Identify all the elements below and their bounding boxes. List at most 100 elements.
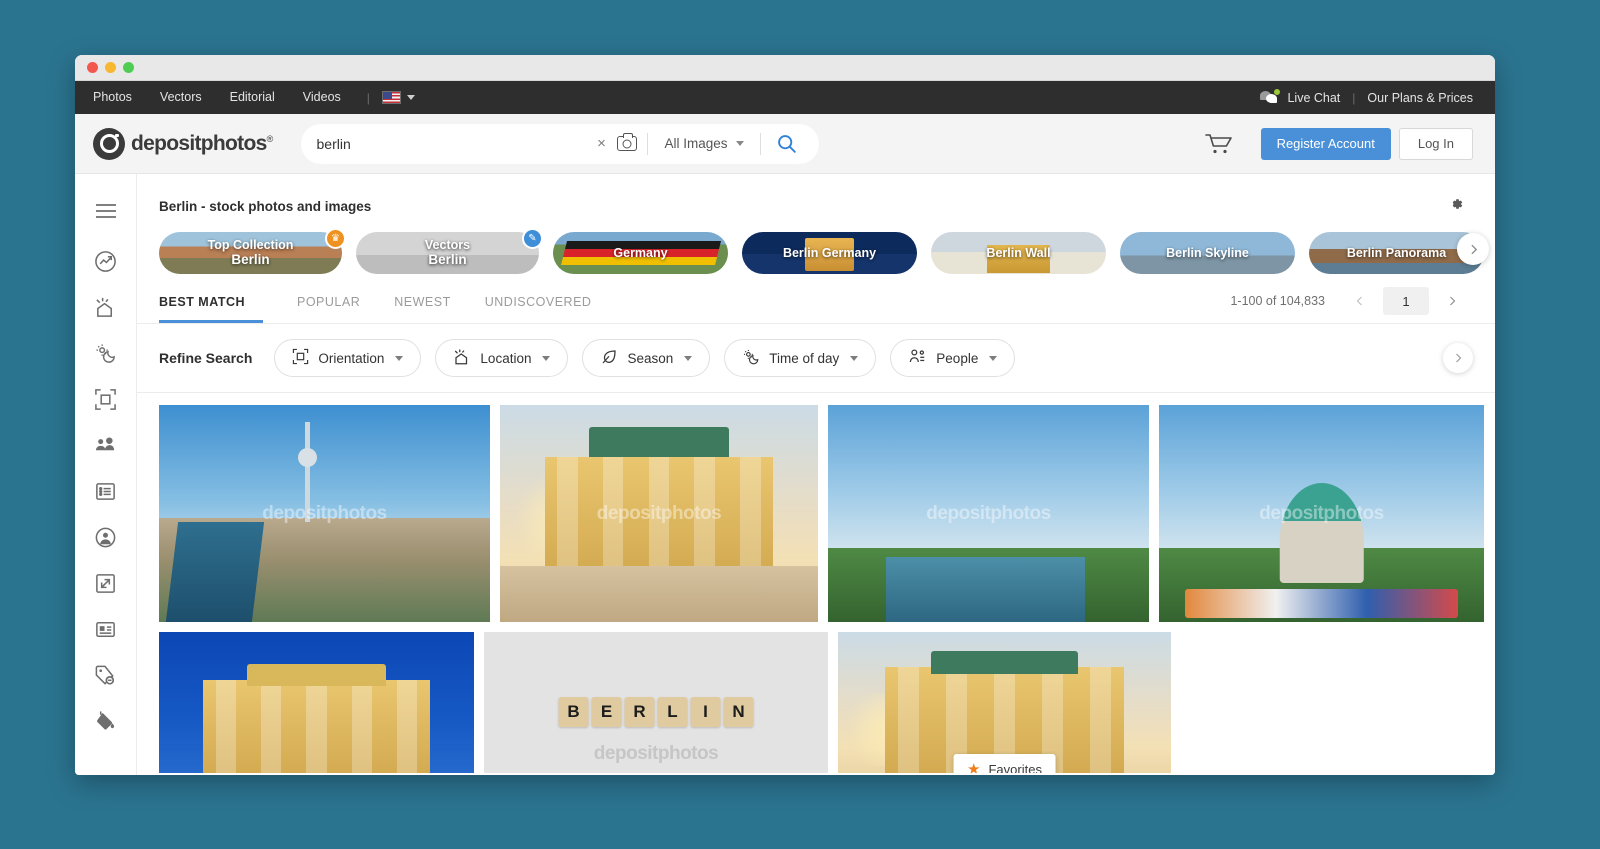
search-submit-button[interactable] [761, 133, 813, 154]
header-actions: Register Account Log In [1204, 127, 1473, 160]
sidebar-item-location[interactable] [83, 284, 129, 330]
sidebar-item-menu[interactable] [83, 188, 129, 234]
pill-berlin-skyline[interactable]: Berlin Skyline [1120, 232, 1295, 274]
pill-label: Berlin Wall [986, 245, 1051, 260]
result-count: 1-100 of 104,833 [1230, 294, 1325, 308]
clear-search-icon[interactable]: × [589, 135, 613, 152]
sidebar-item-portrait[interactable] [83, 514, 129, 560]
orientation-icon [292, 348, 309, 368]
portrait-icon [94, 526, 117, 549]
pill-vectors-berlin[interactable]: Vectors Berlin ✎ [356, 228, 543, 274]
location-icon [94, 296, 117, 319]
chevron-down-icon [850, 355, 859, 361]
chevron-down-icon [542, 355, 551, 361]
favorites-button[interactable]: ★ Favorites [953, 754, 1056, 773]
filter-people[interactable]: People [890, 339, 1016, 377]
filter-orientation[interactable]: Orientation [274, 339, 422, 377]
pen-badge-icon: ✎ [522, 228, 543, 249]
star-icon: ★ [967, 761, 981, 773]
image-result-tile[interactable] [159, 632, 474, 773]
pill-label: Berlin Germany [782, 245, 877, 260]
page-body: Berlin - stock photos and images Top Col… [75, 174, 1495, 775]
logo-text: depositphotos® [131, 131, 273, 155]
image-result-tile[interactable]: depositphotos [828, 405, 1149, 622]
sort-tabs-row: BEST MATCH POPULAR NEWEST UNDISCOVERED 1… [137, 278, 1495, 324]
pill-label: Germany [613, 245, 668, 260]
orientation-icon [94, 388, 117, 411]
sidebar-item-editorial[interactable] [83, 606, 129, 652]
tab-best-match[interactable]: BEST MATCH [159, 295, 263, 323]
nav-link-photos[interactable]: Photos [93, 81, 146, 114]
image-result-tile[interactable]: depositphotos [159, 405, 490, 622]
pill-berlin-germany[interactable]: Berlin Germany [742, 232, 917, 274]
filter-time-of-day[interactable]: Time of day [724, 339, 877, 377]
camera-icon[interactable] [617, 133, 638, 151]
sidebar-item-time-of-day[interactable] [83, 330, 129, 376]
sidebar-item-trending[interactable] [83, 238, 129, 284]
login-button[interactable]: Log In [1398, 127, 1473, 160]
us-flag-icon [381, 91, 401, 104]
nav-link-editorial[interactable]: Editorial [216, 81, 289, 114]
refine-next-button[interactable] [1443, 343, 1473, 373]
pills-next-button[interactable] [1457, 233, 1489, 265]
crown-badge-icon: ♛ [325, 228, 346, 249]
next-page-button[interactable] [1439, 288, 1465, 314]
chevron-down-icon [684, 355, 693, 361]
sidebar-item-color[interactable] [83, 698, 129, 744]
pill-label: Berlin Skyline [1166, 245, 1249, 260]
nav-separator: | [366, 90, 370, 105]
search-bar: × All Images [300, 123, 819, 164]
pill-berlin-wall[interactable]: Berlin Wall [931, 232, 1106, 274]
previous-page-button[interactable] [1347, 288, 1373, 314]
tab-undiscovered[interactable]: UNDISCOVERED [485, 295, 592, 323]
image-result-tile[interactable]: depositphotos [500, 405, 818, 622]
gear-icon[interactable] [1447, 195, 1465, 218]
shopping-cart-icon[interactable] [1204, 132, 1235, 156]
title-row: Berlin - stock photos and images [137, 174, 1495, 220]
favorites-label: Favorites [988, 761, 1042, 774]
register-account-button[interactable]: Register Account [1260, 127, 1391, 160]
utility-separator: | [1352, 90, 1356, 105]
current-page-number[interactable]: 1 [1383, 287, 1429, 315]
image-result-tile[interactable]: BER LIN depositphotos [484, 632, 828, 773]
page-title: Berlin - stock photos and images [159, 198, 372, 214]
pill-top-collection-berlin[interactable]: Top Collection Berlin ♛ [159, 228, 346, 274]
sidebar-item-price[interactable] [83, 652, 129, 698]
window-maximize-button[interactable] [123, 62, 134, 73]
logo[interactable]: depositphotos® [93, 127, 273, 160]
tab-newest[interactable]: NEWEST [394, 295, 450, 323]
live-chat-link[interactable]: Live Chat [1287, 91, 1340, 105]
image-result-tile[interactable]: ★ Favorites [838, 632, 1171, 773]
collection-pills-row: Top CollectionBerlin ♛ VectorsBerlin ✎ [137, 220, 1495, 278]
letter-tile: I [690, 697, 721, 727]
nav-link-vectors[interactable]: Vectors [146, 81, 216, 114]
desktop-background: Photos Vectors Editorial Videos | Live C… [0, 0, 1600, 849]
scrabble-tiles: BER LIN [558, 697, 754, 727]
nav-link-videos[interactable]: Videos [289, 81, 355, 114]
people-icon [94, 434, 117, 457]
tab-popular[interactable]: POPULAR [297, 295, 360, 323]
sidebar-item-size[interactable] [83, 560, 129, 606]
chevron-down-icon [406, 95, 415, 100]
sidebar-item-orientation[interactable] [83, 376, 129, 422]
id-card-icon [94, 618, 117, 641]
pill-germany[interactable]: Germany [553, 232, 728, 274]
time-of-day-icon [94, 342, 117, 365]
window-minimize-button[interactable] [105, 62, 116, 73]
sidebar-item-people[interactable] [83, 422, 129, 468]
filter-label: Time of day [769, 350, 840, 366]
window-close-button[interactable] [87, 62, 98, 73]
search-type-dropdown[interactable]: All Images [648, 136, 759, 151]
filter-location[interactable]: Location [435, 339, 569, 377]
time-of-day-icon [742, 348, 760, 369]
list-icon [94, 480, 117, 503]
filter-label: Location [480, 350, 532, 366]
sidebar-item-categories[interactable] [83, 468, 129, 514]
filter-season[interactable]: Season [582, 339, 711, 377]
plans-and-prices-link[interactable]: Our Plans & Prices [1367, 91, 1473, 105]
language-selector[interactable] [381, 91, 415, 104]
letter-tile: R [624, 697, 655, 727]
image-result-tile[interactable]: depositphotos [1159, 405, 1484, 622]
search-input[interactable] [316, 135, 590, 152]
top-nav-utility: Live Chat | Our Plans & Prices [1260, 89, 1473, 105]
